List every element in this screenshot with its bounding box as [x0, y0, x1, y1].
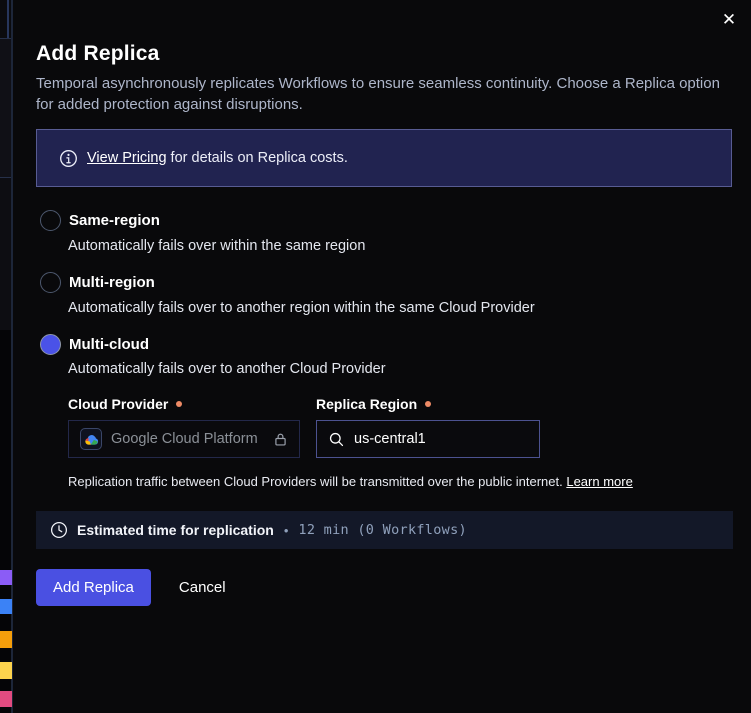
search-icon [328, 431, 345, 448]
required-dot [425, 401, 431, 407]
lock-icon [272, 431, 289, 448]
option-description: Automatically fails over to another Clou… [68, 361, 386, 377]
modal-description: Temporal asynchronously replicates Workf… [36, 73, 738, 115]
estimated-time-bar: Estimated time for replication • 12 min … [36, 511, 733, 549]
screen: ✕ Add Replica Temporal asynchronously re… [0, 0, 751, 713]
option-label: Multi-cloud [69, 336, 149, 353]
info-icon [59, 149, 78, 168]
cloud-provider-label: Cloud Provider [68, 396, 182, 412]
required-dot [176, 401, 182, 407]
background-color-block [0, 631, 12, 648]
replica-region-field[interactable]: us-central1 [316, 420, 540, 458]
background-divider [0, 38, 11, 39]
background-divider [7, 0, 9, 38]
replication-note: Replication traffic between Cloud Provid… [68, 474, 633, 489]
option-label: Multi-region [69, 274, 155, 291]
background-panel [0, 39, 11, 177]
background-color-block [0, 662, 12, 679]
pricing-banner: View Pricing for details on Replica cost… [36, 129, 732, 187]
cloud-provider-value: Google Cloud Platform [111, 431, 258, 447]
replica-region-value[interactable]: us-central1 [354, 431, 426, 447]
estimate-value: 12 min (0 Workflows) [298, 522, 467, 538]
radio-option-multi-cloud[interactable]: Multi-cloud [40, 334, 149, 355]
replica-region-label: Replica Region [316, 396, 431, 412]
background-page-strip [0, 0, 13, 713]
radio-option-same-region[interactable]: Same-region [40, 210, 160, 231]
background-divider [0, 177, 11, 178]
radio-option-multi-region[interactable]: Multi-region [40, 272, 155, 293]
background-color-block [0, 570, 12, 585]
add-replica-modal: ✕ Add Replica Temporal asynchronously re… [13, 0, 751, 713]
estimate-label: Estimated time for replication [77, 522, 274, 538]
clock-icon [50, 521, 68, 539]
banner-text: View Pricing for details on Replica cost… [87, 150, 348, 166]
option-label: Same-region [69, 212, 160, 229]
radio-icon-same-region[interactable] [40, 210, 61, 231]
option-description: Automatically fails over to another regi… [68, 300, 535, 316]
radio-icon-multi-cloud[interactable] [40, 334, 61, 355]
background-panel [0, 178, 11, 330]
background-color-block [0, 599, 12, 614]
learn-more-link[interactable]: Learn more [566, 474, 632, 489]
view-pricing-link[interactable]: View Pricing [87, 150, 167, 166]
radio-icon-multi-region[interactable] [40, 272, 61, 293]
page-title: Add Replica [36, 42, 160, 66]
add-replica-button[interactable]: Add Replica [36, 569, 151, 606]
option-description: Automatically fails over within the same… [68, 238, 365, 254]
close-icon[interactable]: ✕ [717, 8, 741, 32]
background-panel [0, 0, 11, 38]
cancel-button[interactable]: Cancel [177, 569, 228, 606]
modal-actions: Add Replica Cancel [36, 569, 228, 606]
google-cloud-icon [80, 428, 102, 450]
cloud-provider-field: Google Cloud Platform [68, 420, 300, 458]
estimate-separator: • [284, 523, 289, 538]
background-color-block [0, 691, 12, 707]
